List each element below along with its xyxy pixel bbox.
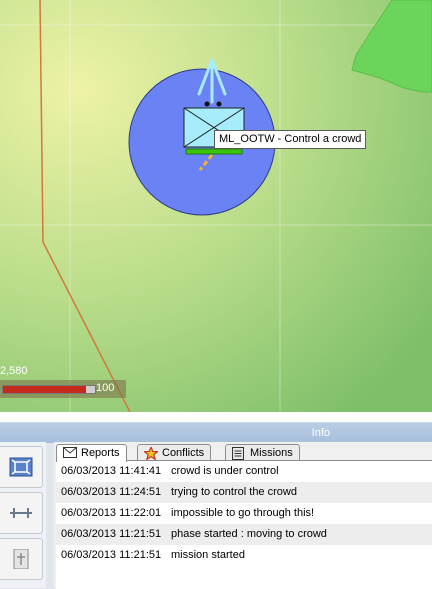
report-row[interactable]: 06/03/2013 11:22:01 impossible to go thro…	[56, 503, 432, 524]
tab-reports[interactable]: Reports	[56, 444, 127, 462]
tab-missions[interactable]: Missions	[225, 444, 300, 461]
report-message: trying to control the crowd	[171, 486, 297, 498]
wrench-icon	[10, 508, 32, 518]
measure-tool-button[interactable]	[0, 492, 43, 534]
report-row[interactable]: 06/03/2013 11:21:51 phase started : movin…	[56, 524, 432, 545]
envelope-icon	[63, 447, 77, 458]
document-icon	[232, 447, 244, 460]
unit-status-bar: 100	[0, 380, 126, 398]
report-message: impossible to go through this!	[171, 507, 315, 519]
tab-label: Missions	[250, 447, 293, 459]
center-view-button[interactable]	[0, 446, 43, 488]
page-icon	[13, 549, 29, 569]
panel-divider[interactable]	[0, 412, 432, 422]
report-message: crowd is under control	[171, 465, 279, 477]
unit-marker-dot	[204, 101, 210, 107]
scale-label: 2,580	[0, 365, 28, 377]
report-time: 06/03/2013 11:24:51	[61, 486, 162, 498]
tab-label: Reports	[81, 447, 120, 459]
unit-tooltip: ML_OOTW - Control a crowd	[214, 130, 367, 149]
status-value: 100	[96, 382, 115, 394]
map-view[interactable]: ML_OOTW - Control a crowd 2,580 100	[0, 0, 432, 412]
info-panel-header: Info	[0, 422, 432, 443]
report-time: 06/03/2013 11:41:41	[61, 465, 162, 477]
info-panel-title: Info	[311, 427, 330, 439]
report-message: phase started : moving to crowd	[171, 528, 327, 540]
left-toolbar	[0, 442, 46, 588]
report-row[interactable]: 06/03/2013 11:41:41 crowd is under contro…	[56, 461, 432, 482]
status-fill	[3, 386, 86, 393]
report-row[interactable]: 06/03/2013 11:21:51 mission started	[56, 545, 432, 566]
report-time: 06/03/2013 11:21:51	[61, 528, 162, 540]
status-track	[2, 385, 96, 394]
tab-conflicts[interactable]: Conflicts	[137, 444, 212, 461]
target-icon	[9, 457, 33, 477]
map-canvas[interactable]	[0, 0, 432, 412]
tab-label: Conflicts	[162, 447, 205, 459]
report-row[interactable]: 06/03/2013 11:24:51 trying to control the…	[56, 482, 432, 503]
report-time: 06/03/2013 11:21:51	[61, 549, 162, 561]
report-message: mission started	[171, 549, 245, 561]
document-tool-button[interactable]	[0, 538, 43, 580]
report-time: 06/03/2013 11:22:01	[61, 507, 162, 519]
reports-list[interactable]: 06/03/2013 11:41:41 crowd is under contro…	[56, 460, 432, 589]
star-icon	[144, 447, 158, 460]
unit-marker-dot	[216, 101, 222, 107]
